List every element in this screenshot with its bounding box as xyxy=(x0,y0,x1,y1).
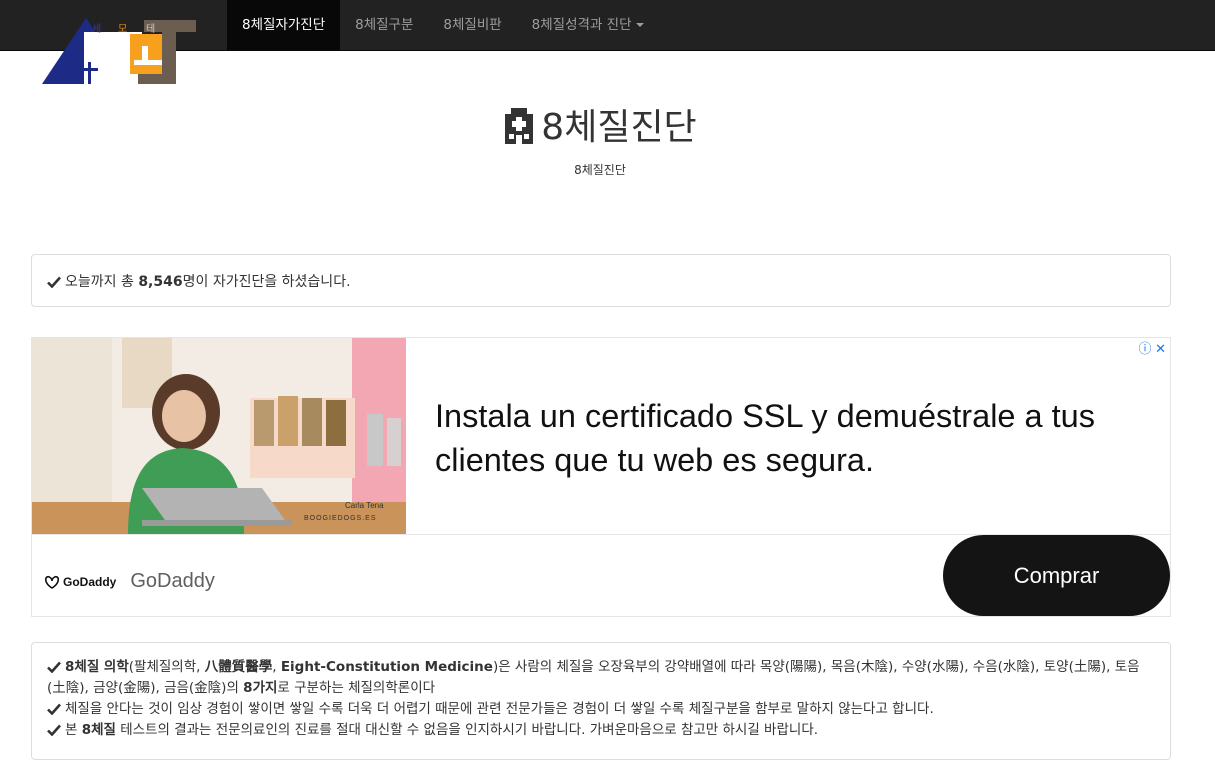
ad-image-caption-name: Carla Tena xyxy=(345,501,384,510)
logo-letter-1: 세 xyxy=(92,23,101,35)
diagnosis-count-panel: 오늘까지 총 8,546명이 자가진단을 하셨습니다. xyxy=(31,254,1171,307)
check-icon xyxy=(47,276,61,288)
ad-image-caption-site: BOOGIEDOGS.ES xyxy=(304,515,377,522)
nav-item-personality-label: 8체질성격과 진단 xyxy=(531,17,632,33)
count-suffix: 명이 자가진단을 하셨습니다. xyxy=(182,274,351,290)
info-line-1-english: Eight-Constitution Medicine xyxy=(280,659,493,675)
info-line-3-prefix: 본 xyxy=(65,722,82,738)
check-icon xyxy=(47,703,61,715)
info-line-2-text: 체질을 안다는 것이 임상 경험이 쌓이면 쌓일 수록 더욱 더 어렵기 때문에… xyxy=(65,701,934,717)
nav-item-criticism[interactable]: 8체질비판 xyxy=(428,0,516,51)
advertisement[interactable]: Carla Tena BOOGIEDOGS.ES Instala un cert… xyxy=(31,337,1171,617)
godaddy-mark-icon xyxy=(44,575,60,589)
ad-choices[interactable]: ⓘ ✕ xyxy=(1138,338,1166,357)
check-icon xyxy=(47,724,61,736)
godaddy-logo-text: GoDaddy xyxy=(63,574,117,589)
info-line-3-bold: 8체질 xyxy=(81,722,116,738)
site-logo[interactable]: 세 모 테 xyxy=(42,18,198,84)
info-icon[interactable]: ⓘ xyxy=(1138,341,1151,356)
caret-down-icon xyxy=(635,23,644,27)
info-line-3-rest: 테스트의 결과는 전문의료인의 진료를 절대 대신할 수 없음을 인지하시기 바… xyxy=(115,722,819,738)
ad-cta-button[interactable]: Comprar xyxy=(943,535,1170,616)
ad-headline[interactable]: Instala un certificado SSL y demuéstrale… xyxy=(435,394,1135,482)
nav-item-personality-dropdown[interactable]: 8체질성격과 진단 xyxy=(517,0,659,51)
ad-image[interactable]: Carla Tena BOOGIEDOGS.ES xyxy=(32,338,406,534)
godaddy-logo: GoDaddy xyxy=(44,575,116,589)
page-subtitle: 8체질진단 xyxy=(574,163,626,177)
nav-item-classification[interactable]: 8체질구분 xyxy=(340,0,428,51)
logo-letter-2: 모 xyxy=(118,24,127,35)
info-line-1-end: 로 구분하는 체질의학론이다 xyxy=(277,680,436,696)
info-line-1-hanja: 八體質醫學 xyxy=(204,659,273,675)
page-title-text: 8체질진단 xyxy=(541,107,697,148)
page-title: 8체질진단 xyxy=(0,106,1200,150)
ad-advertiser-name: GoDaddy xyxy=(130,570,215,592)
nav-item-self-diagnosis[interactable]: 8체질자가진단 xyxy=(227,0,341,51)
info-line-2: 체질을 안다는 것이 임상 경험이 쌓이면 쌓일 수록 더욱 더 어렵기 때문에… xyxy=(47,699,1155,720)
info-line-1-mid: (팔체질의학, xyxy=(128,659,205,675)
logo-graphic: 세 모 테 xyxy=(42,18,196,84)
info-line-3: 본 8체질 테스트의 결과는 전문의료인의 진료를 절대 대신할 수 없음을 인… xyxy=(47,720,1155,741)
info-line-1-bold2: 8가지 xyxy=(243,680,278,696)
check-icon xyxy=(47,661,61,673)
info-line-1-sep: , xyxy=(272,659,281,675)
ad-advertiser[interactable]: GoDaddy GoDaddy xyxy=(44,570,215,593)
info-panel: 8체질 의학(팔체질의학, 八體質醫學, Eight-Constitution … xyxy=(31,642,1171,760)
info-line-1: 8체질 의학(팔체질의학, 八體質醫學, Eight-Constitution … xyxy=(47,657,1155,699)
main-nav: 8체질자가진단 8체질구분 8체질비판 8체질성격과 진단 xyxy=(227,0,659,51)
ad-photo: Carla Tena BOOGIEDOGS.ES xyxy=(32,338,406,534)
diagnosis-count: 8,546 xyxy=(138,274,183,290)
hospital-icon xyxy=(505,108,534,144)
info-line-1-bold: 8체질 의학 xyxy=(65,659,129,675)
logo-letter-3: 테 xyxy=(146,23,155,35)
close-icon[interactable]: ✕ xyxy=(1155,341,1166,356)
count-prefix: 오늘까지 총 xyxy=(65,274,139,290)
